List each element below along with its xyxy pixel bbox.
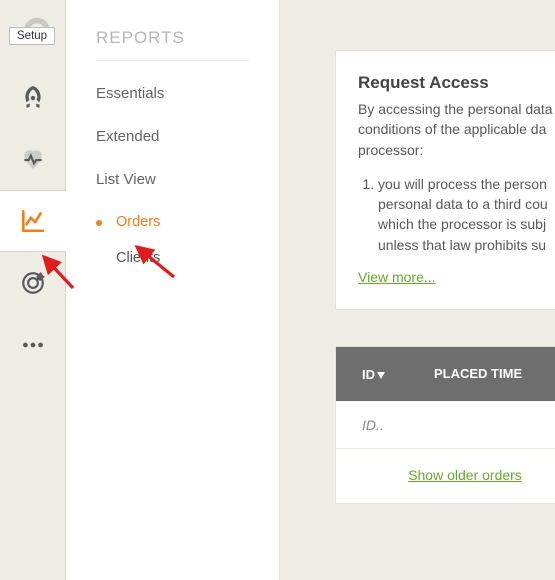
- submenu-subitem-orders[interactable]: Orders: [96, 214, 249, 230]
- heartbeat-icon: [20, 146, 46, 172]
- icon-rail: [0, 0, 66, 580]
- col-header-id-label: ID: [362, 367, 375, 382]
- chart-line-icon: [20, 208, 46, 234]
- col-header-placed-time[interactable]: PLACED TIME: [428, 366, 555, 382]
- reports-submenu: REPORTS Essentials Extended List View Or…: [66, 0, 280, 580]
- orders-table: ID PLACED TIME ID.. Show older orders: [335, 346, 555, 504]
- divider: [96, 60, 249, 61]
- submenu-subitem-clients[interactable]: Clients: [96, 250, 249, 266]
- panel-point-1: you will process the person personal dat…: [378, 174, 555, 255]
- panel-intro: By accessing the personal data condition…: [358, 99, 555, 160]
- setup-tooltip: Setup: [9, 27, 55, 45]
- main-content: Request Access By accessing the personal…: [335, 0, 555, 580]
- more-horizontal-icon: [20, 332, 46, 358]
- nav-rocket[interactable]: [0, 66, 66, 128]
- nav-target[interactable]: [0, 252, 66, 314]
- sort-desc-icon: [377, 372, 385, 379]
- view-more-link[interactable]: View more...: [358, 269, 436, 285]
- panel-title: Request Access: [358, 73, 555, 93]
- submenu-title: REPORTS: [96, 28, 249, 48]
- target-icon: [20, 270, 46, 296]
- submenu-item-essentials[interactable]: Essentials: [96, 85, 249, 102]
- submenu-item-extended[interactable]: Extended: [96, 128, 249, 145]
- filter-cell-id[interactable]: ID..: [336, 417, 428, 433]
- submenu-item-listview[interactable]: List View: [96, 171, 249, 188]
- show-older-orders-link[interactable]: Show older orders: [408, 467, 522, 483]
- request-access-panel: Request Access By accessing the personal…: [335, 50, 555, 310]
- nav-heartbeat[interactable]: [0, 128, 66, 190]
- nav-reports[interactable]: [0, 190, 66, 252]
- table-footer: Show older orders: [336, 449, 555, 503]
- rocket-icon: [20, 84, 46, 110]
- nav-more[interactable]: [0, 314, 66, 376]
- table-header: ID PLACED TIME: [336, 347, 555, 401]
- table-row: ID..: [336, 401, 555, 449]
- col-header-id[interactable]: ID: [336, 367, 428, 382]
